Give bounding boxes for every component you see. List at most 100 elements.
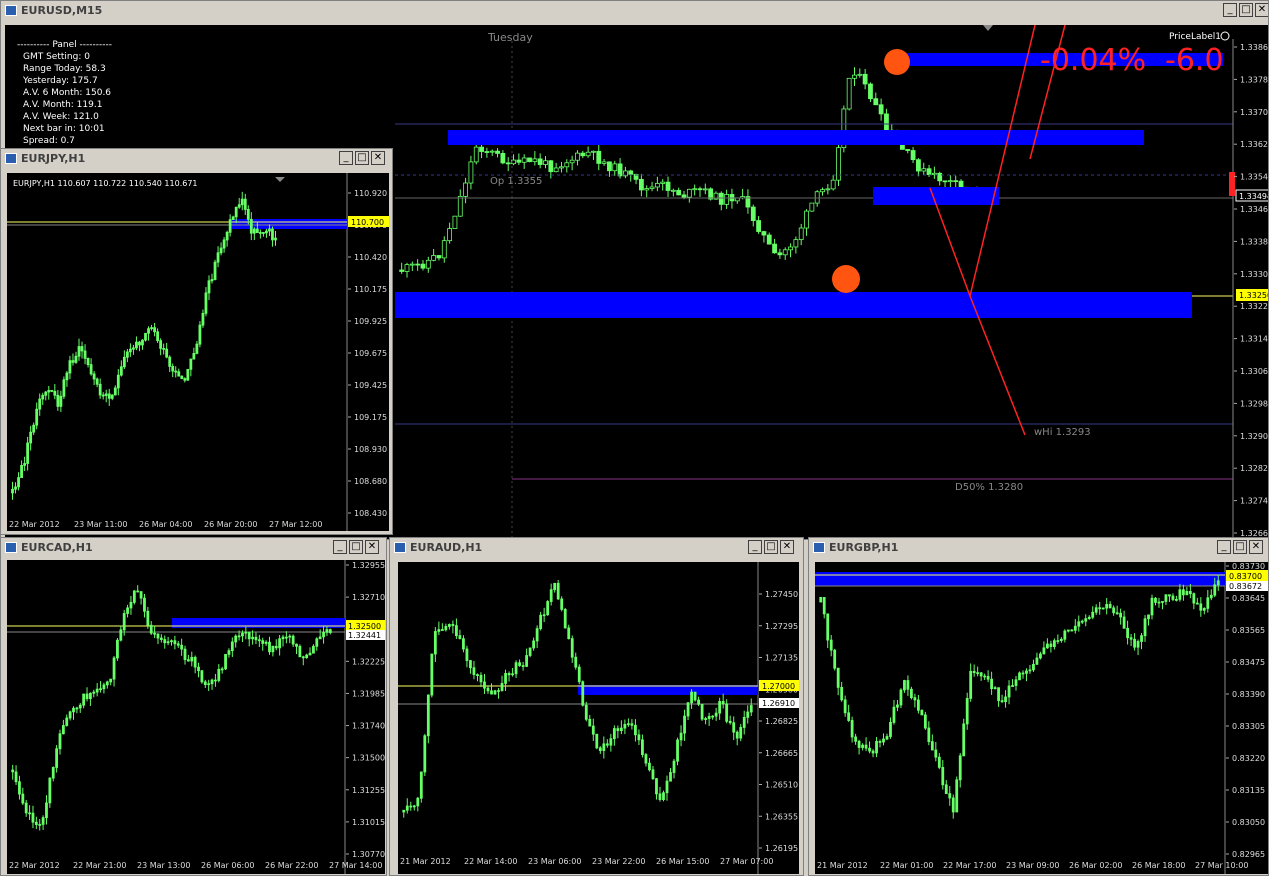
- price-axis-label: 1.33385: [1240, 237, 1269, 246]
- candle-body: [543, 160, 548, 165]
- candle-body: [224, 653, 227, 670]
- maximize-button[interactable]: □: [764, 540, 778, 554]
- candle-body: [607, 161, 612, 172]
- candle-body: [951, 797, 955, 813]
- price-axis-label: 1.26825: [765, 717, 798, 726]
- candle-body: [1077, 621, 1081, 627]
- candle-body: [724, 194, 730, 205]
- panel-row: Spread: 0.7: [23, 136, 75, 146]
- minimize-button[interactable]: _: [748, 540, 762, 554]
- maximize-button[interactable]: □: [355, 151, 369, 165]
- candle-body: [947, 180, 953, 183]
- price-axis-label: 1.30770: [352, 850, 385, 859]
- candle-body: [1161, 601, 1164, 603]
- candle-body: [916, 159, 921, 172]
- candle-body: [241, 632, 244, 637]
- eurcad-chart[interactable]: 1.329551.327101.324651.322251.319851.317…: [7, 560, 385, 874]
- eurgbp-titlebar[interactable]: EURGBP,H1 _ □ ✕: [809, 538, 1268, 558]
- candle-body: [660, 181, 666, 184]
- candle-body: [850, 720, 854, 738]
- candle-body: [225, 231, 229, 241]
- time-axis-label: 23 Mar 06:00: [528, 857, 581, 866]
- candle-body: [910, 688, 913, 699]
- candle-body: [570, 638, 574, 658]
- price-axis-label: 0.83220: [1232, 754, 1265, 763]
- price-axis-label: 1.27135: [765, 654, 798, 663]
- candle-body: [101, 394, 105, 397]
- candle-body: [132, 347, 135, 350]
- candle-body: [318, 636, 322, 640]
- candle-body: [1101, 607, 1105, 610]
- candle-body: [836, 667, 840, 688]
- eurjpy-chart[interactable]: EURJPY,H1 110.607 110.722 110.540 110.67…: [7, 173, 389, 531]
- eurusd-titlebar[interactable]: EURUSD,M15 _ □ ✕: [1, 1, 1268, 21]
- candle-body: [679, 732, 683, 741]
- close-button[interactable]: ✕: [371, 151, 385, 165]
- candle-body: [553, 582, 557, 591]
- candle-body: [55, 748, 59, 768]
- candle-body: [644, 754, 648, 764]
- candle-body: [147, 328, 150, 334]
- candle-body: [1028, 669, 1032, 672]
- minimize-button[interactable]: _: [1223, 3, 1237, 17]
- time-axis-label: 26 Mar 18:00: [1132, 861, 1185, 870]
- candle-body: [944, 784, 948, 795]
- candle-body: [830, 179, 836, 190]
- candle-body: [528, 647, 532, 656]
- candle-body: [89, 692, 92, 700]
- time-axis-label: 26 Mar 06:00: [201, 861, 254, 870]
- close-button[interactable]: ✕: [1255, 3, 1268, 17]
- candle-body: [714, 712, 718, 717]
- candle-body: [98, 383, 102, 396]
- candle-body: [143, 597, 146, 612]
- candle-body: [833, 649, 837, 669]
- candle-body: [896, 704, 899, 708]
- maximize-button[interactable]: □: [349, 540, 363, 554]
- close-button[interactable]: ✕: [365, 540, 379, 554]
- candle-body: [1080, 620, 1084, 623]
- resistance-zone: [815, 572, 1225, 586]
- time-axis-label: 23 Mar 09:00: [1006, 861, 1059, 870]
- candle-body: [486, 687, 490, 692]
- candle-body: [861, 744, 864, 748]
- candle-body: [1168, 594, 1171, 597]
- eurcad-titlebar[interactable]: EURCAD,H1 _ □ ✕: [1, 538, 386, 558]
- minimize-button[interactable]: _: [333, 540, 347, 554]
- candle-body: [746, 711, 750, 718]
- price-axis-label: 0.83730: [1232, 562, 1265, 571]
- time-axis-label: 23 Mar 11:00: [74, 520, 127, 529]
- candle-body: [68, 711, 72, 719]
- minimize-button[interactable]: _: [1217, 540, 1231, 554]
- candle-body: [431, 255, 437, 261]
- maximize-button[interactable]: □: [1239, 3, 1253, 17]
- candle-body: [662, 792, 665, 800]
- eurgbp-chart[interactable]: 0.83730 0.83645 0.83565 0.83475 0.83390 0.833…: [815, 562, 1268, 874]
- candle-body: [920, 709, 924, 716]
- candle-body: [637, 734, 641, 741]
- euraud-chart[interactable]: 1.274501.272951.271351.269801.268251.266…: [398, 562, 799, 874]
- candle-body: [173, 640, 177, 645]
- candle-body: [85, 693, 89, 700]
- candle-body: [532, 640, 536, 649]
- close-button[interactable]: ✕: [780, 540, 794, 554]
- minimize-button[interactable]: _: [339, 151, 353, 165]
- price-axis-label: 0.83645: [1232, 594, 1265, 603]
- price-axis-label: 1.33465: [1240, 205, 1269, 214]
- price-axis-label: 1.26665: [765, 749, 798, 758]
- eurjpy-titlebar[interactable]: EURJPY,H1 _ □ ✕: [1, 149, 392, 169]
- candle-body: [295, 643, 298, 647]
- candle-body: [119, 629, 123, 641]
- maximize-button[interactable]: □: [1233, 540, 1247, 554]
- candle-body: [305, 654, 309, 659]
- time-axis-label: 26 Mar 20:00: [204, 520, 257, 529]
- euraud-titlebar[interactable]: EURAUD,H1 _ □ ✕: [390, 538, 803, 558]
- candle-body: [274, 237, 277, 241]
- candle-body: [937, 756, 941, 768]
- time-axis-label: 22 Mar 01:00: [880, 861, 933, 870]
- candle-body: [942, 180, 948, 183]
- candle-body: [138, 341, 141, 346]
- panel-row: A.V. Month: 119.1: [23, 100, 103, 110]
- close-button[interactable]: ✕: [1249, 540, 1263, 554]
- candle-body: [1059, 638, 1063, 641]
- candle-body: [725, 703, 729, 722]
